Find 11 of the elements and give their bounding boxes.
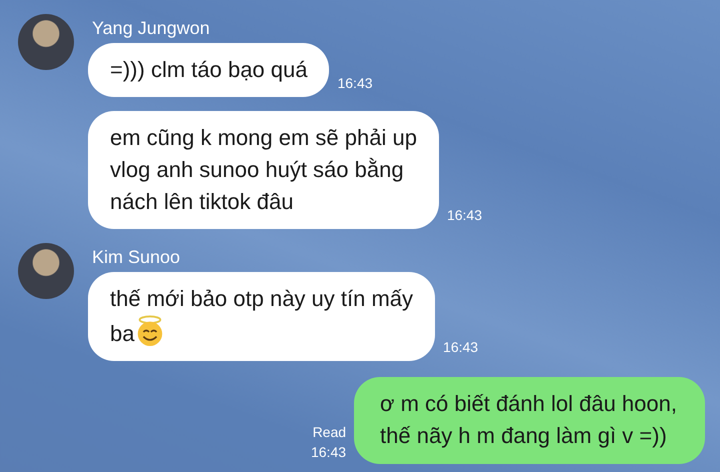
message-time: 16:43 — [310, 443, 346, 462]
message-time: 16:43 — [446, 206, 482, 225]
sender-name: Yang Jungwon — [92, 18, 211, 39]
message-bubble: =))) clm táo bạo quá — [88, 43, 330, 97]
sender-name: Kim Sunoo — [92, 247, 182, 268]
message-time: 16:43 — [443, 338, 478, 357]
message-bubble: em cũng k mong em sẽ phải up vlog anh sunoo huýt sáo bằng nách lên tiktok đâu — [88, 111, 439, 229]
message-bubble: ơ m có biết đánh lol đâu hoon, thế nãy h m đang làm gì v =)) — [354, 377, 705, 464]
message-bubble: thế mới bảo otp này uy tín mấy ba — [88, 272, 436, 361]
message-time: 16:43 — [337, 74, 373, 93]
read-receipt: Read — [312, 423, 346, 442]
